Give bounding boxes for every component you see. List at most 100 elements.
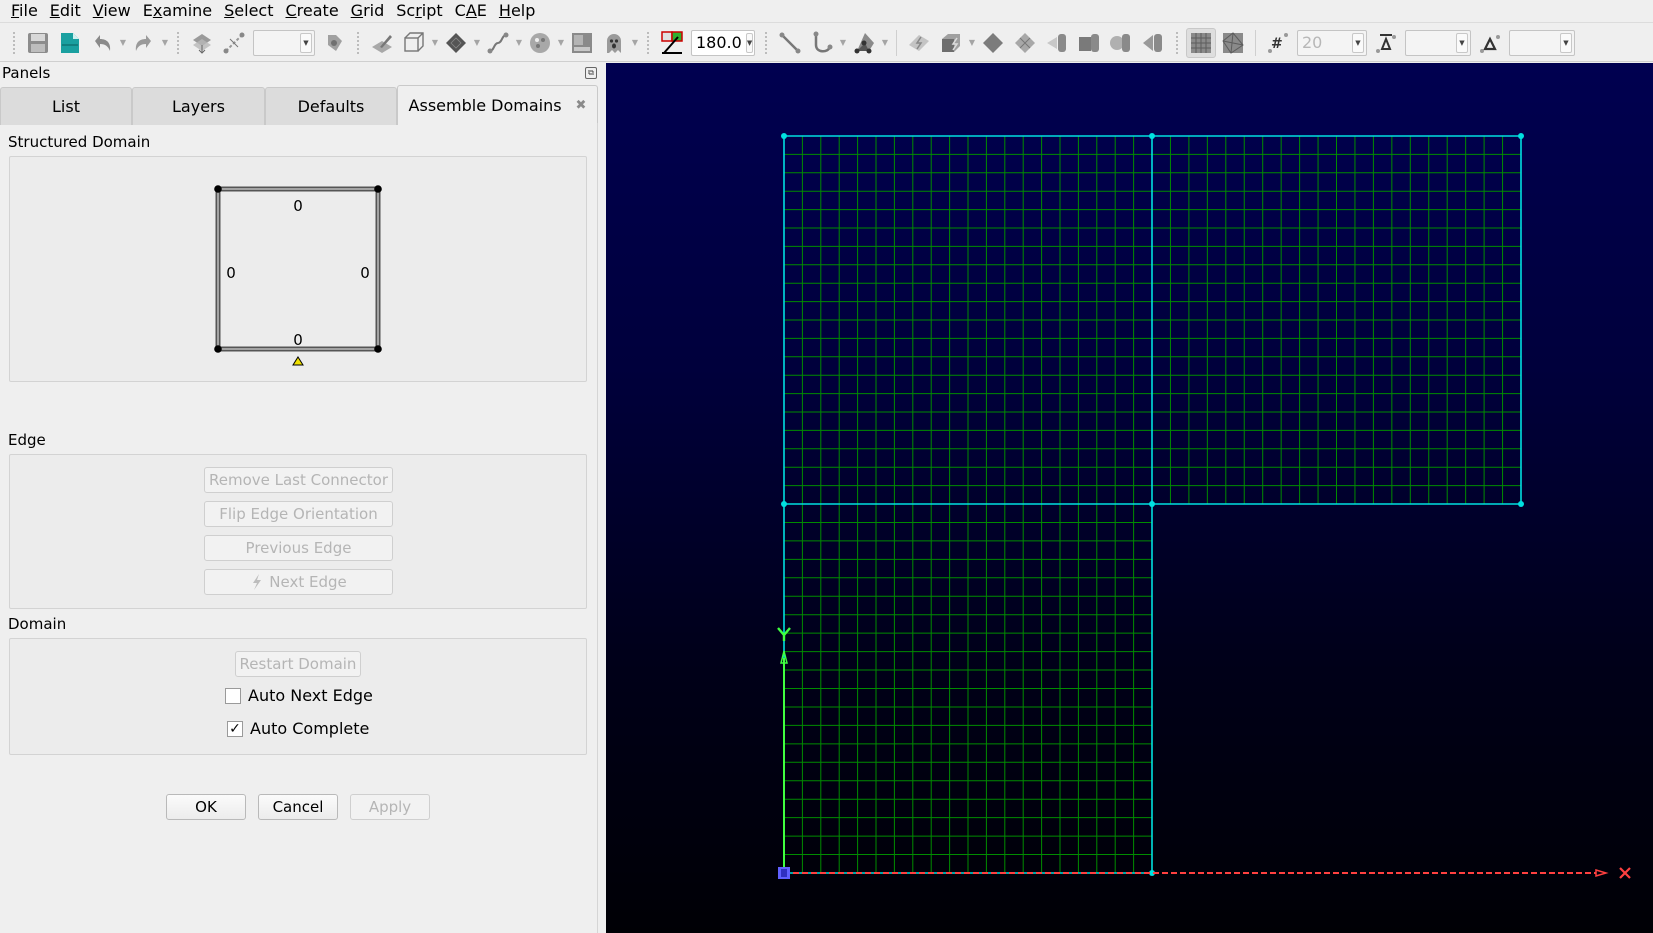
spline-icon[interactable] <box>807 28 837 58</box>
chevron-down-icon[interactable]: ▼ <box>1352 32 1364 53</box>
solid-icon[interactable] <box>849 28 879 58</box>
delta-icon[interactable] <box>1475 28 1505 58</box>
edit-icon[interactable] <box>367 28 397 58</box>
redo-icon[interactable] <box>129 28 159 58</box>
float-panel-icon[interactable]: ⧉ <box>585 67 597 79</box>
menu-grid[interactable]: Grid <box>345 0 391 22</box>
domain-upper-left[interactable] <box>784 136 1152 504</box>
undo-dropdown[interactable]: ▼ <box>118 28 128 58</box>
box-view-icon[interactable] <box>399 28 429 58</box>
curve-dropdown[interactable]: ▼ <box>514 28 524 58</box>
domain-lower[interactable] <box>784 504 1152 873</box>
tab-assemble-domains[interactable]: Assemble Domains ✖ <box>397 85 598 125</box>
line-icon[interactable] <box>775 28 805 58</box>
toolbar-grip[interactable] <box>764 30 768 55</box>
toolbar-separator <box>1255 29 1256 56</box>
solve-edge-icon[interactable] <box>1106 28 1136 58</box>
chevron-down-icon[interactable]: ▼ <box>300 32 312 53</box>
tab-list[interactable]: List <box>0 87 132 125</box>
restart-domain-button[interactable]: Restart Domain <box>235 651 361 677</box>
menu-select[interactable]: Select <box>218 0 279 22</box>
auto-next-edge-checkbox[interactable]: Auto Next Edge <box>225 686 373 705</box>
toolbar-grip[interactable] <box>1175 30 1179 55</box>
pointwise-window: File Edit View Examine Select Create Grid Scrip… <box>0 0 1653 933</box>
select-mask-icon[interactable] <box>187 28 217 58</box>
chevron-down-icon[interactable]: ▼ <box>1560 32 1572 53</box>
cancel-button[interactable]: Cancel <box>258 794 338 820</box>
layer-icon[interactable] <box>567 28 597 58</box>
spacing-combo[interactable]: ▼ <box>1405 29 1471 56</box>
domain-struct-icon[interactable] <box>1010 28 1040 58</box>
transform-icon[interactable] <box>319 28 349 58</box>
domain-corner <box>374 185 382 193</box>
grid-canvas[interactable] <box>606 63 1653 933</box>
undo-icon[interactable] <box>87 28 117 58</box>
ok-button[interactable]: OK <box>166 794 246 820</box>
menu-view[interactable]: View <box>87 0 137 22</box>
solve-block-icon[interactable] <box>1074 28 1104 58</box>
tab-defaults[interactable]: Defaults <box>265 87 397 125</box>
tab-layers[interactable]: Layers <box>132 87 265 125</box>
dimension-icon[interactable]: # <box>1263 28 1293 58</box>
menu-create[interactable]: Create <box>280 0 345 22</box>
menu-script[interactable]: Script <box>390 0 448 22</box>
auto-complete-checkbox[interactable]: ✓ Auto Complete <box>227 719 369 738</box>
toolbar-grip[interactable] <box>12 30 16 55</box>
flip-edge-orientation-button[interactable]: Flip Edge Orientation <box>204 501 393 527</box>
assemble-block-icon[interactable] <box>936 28 966 58</box>
curve-icon[interactable] <box>483 28 513 58</box>
menu-file[interactable]: File <box>5 0 44 22</box>
edge-count-left: 0 <box>226 264 236 282</box>
ghost-dropdown[interactable]: ▼ <box>630 28 640 58</box>
redo-dropdown[interactable]: ▼ <box>160 28 170 58</box>
apply-button[interactable]: Apply <box>350 794 430 820</box>
view-dropdown[interactable]: ▼ <box>430 28 440 58</box>
domain-corner <box>214 185 222 193</box>
close-tab-icon[interactable]: ✖ <box>576 98 587 113</box>
connector-node <box>1518 133 1524 139</box>
color-icon[interactable] <box>525 28 555 58</box>
ghost-icon[interactable] <box>599 28 629 58</box>
assemble-dropdown[interactable]: ▼ <box>967 28 977 58</box>
connector-node <box>781 501 787 507</box>
save-as-icon[interactable] <box>55 28 85 58</box>
panels-dock: Panels ⧉ List Layers Defaults Assemble D… <box>0 63 600 933</box>
toolbar-grip[interactable] <box>356 30 360 55</box>
assemble-domain-icon[interactable] <box>904 28 934 58</box>
angle-icon[interactable] <box>657 28 687 58</box>
dimension-combo[interactable]: 20 ▼ <box>1297 29 1367 56</box>
shade-dropdown[interactable]: ▼ <box>472 28 482 58</box>
solve-domain-icon[interactable] <box>1042 28 1072 58</box>
chevron-down-icon[interactable]: ▼ <box>1456 32 1468 53</box>
structured-grid-icon[interactable] <box>1186 27 1216 58</box>
domain-icon[interactable] <box>978 28 1008 58</box>
domain-upper-right[interactable] <box>1152 136 1521 504</box>
menu-examine[interactable]: Examine <box>137 0 218 22</box>
menu-cae[interactable]: CAE <box>449 0 493 22</box>
layer-combo[interactable]: ▼ <box>253 29 315 56</box>
x-axis-arrow-icon <box>1595 868 1609 878</box>
domain-corner <box>374 345 382 353</box>
previous-edge-button[interactable]: Previous Edge <box>204 535 393 561</box>
spline-dropdown[interactable]: ▼ <box>838 28 848 58</box>
solve-conn-icon[interactable] <box>1138 28 1168 58</box>
unstructured-grid-icon[interactable] <box>1218 28 1248 58</box>
3d-viewport[interactable] <box>606 63 1653 933</box>
shade-icon[interactable] <box>441 28 471 58</box>
toolbar-grip[interactable] <box>176 30 180 55</box>
checkbox-box[interactable] <box>225 687 241 704</box>
menu-edit[interactable]: Edit <box>44 0 87 22</box>
check-icon[interactable]: ✓ <box>227 720 243 737</box>
connector-select-icon[interactable] <box>219 28 249 58</box>
delta-combo[interactable]: ▼ <box>1509 29 1575 56</box>
remove-last-connector-button[interactable]: Remove Last Connector <box>204 467 393 493</box>
toolbar-grip[interactable] <box>646 30 650 55</box>
solid-dropdown[interactable]: ▼ <box>880 28 890 58</box>
chevron-down-icon[interactable]: ▼ <box>745 32 754 53</box>
save-icon[interactable] <box>23 28 53 58</box>
menu-help[interactable]: Help <box>493 0 541 22</box>
next-edge-button[interactable]: Next Edge <box>204 569 393 595</box>
angle-combo[interactable]: 180.0 ▼ <box>691 29 755 56</box>
color-dropdown[interactable]: ▼ <box>556 28 566 58</box>
spacing-icon[interactable] <box>1371 28 1401 58</box>
